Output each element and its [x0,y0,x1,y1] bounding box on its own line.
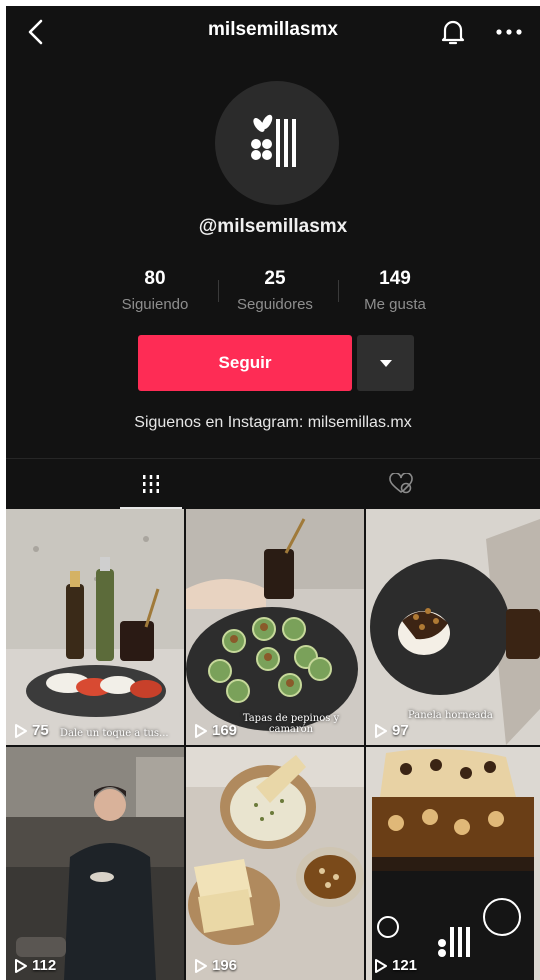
suggestions-dropdown-button[interactable] [357,335,414,391]
video-views-count: 75 [32,722,49,739]
caret-down-icon [379,359,392,367]
stat-likes-value: 149 [379,268,411,289]
video-thumbnail-image [186,509,364,745]
stat-divider [338,280,339,302]
video-views-count: 196 [212,957,238,974]
more-dots-icon[interactable] [492,15,526,49]
grid-icon [143,475,159,493]
follow-button[interactable]: Seguir [138,335,352,391]
video-caption: Tapas de pepinos y camarón [242,713,340,735]
video-views-count: 112 [32,957,57,974]
video-views-count: 169 [212,722,238,739]
video-caption: Dale un toque a tus... [60,728,169,739]
stat-likes-label: Me gusta [364,296,426,313]
video-thumbnail[interactable]: 112 [6,747,184,980]
video-thumbnail[interactable]: Panela horneada 97 [366,509,540,745]
play-icon [195,958,207,973]
profile-screen: milsemillasmx @milsemillasmx 80 Siguiend… [6,6,540,980]
stat-divider [218,280,219,302]
video-views-count: 97 [392,722,409,739]
video-thumbnail-image [6,509,184,745]
video-thumbnail[interactable]: Dale un toque a tus... 75 [6,509,184,745]
play-icon [375,958,387,973]
video-thumbnail-image [186,747,364,980]
avatar[interactable] [215,81,339,205]
play-icon [15,958,27,973]
bell-icon[interactable] [436,15,470,49]
video-thumbnail-image [6,747,184,980]
stat-following[interactable]: 80 Siguiendo [100,268,210,313]
video-views: 169 [194,722,237,739]
video-caption: Panela horneada [408,710,493,721]
video-views: 112 [14,957,56,974]
profile-tabs [6,458,540,509]
profile-handle: @milsemillasmx [198,216,348,237]
tab-liked[interactable] [370,459,432,509]
stat-followers-label: Seguidores [237,296,313,313]
video-views: 97 [374,722,409,739]
video-views: 196 [194,957,237,974]
video-views: 75 [14,722,49,739]
stat-followers-value: 25 [264,268,286,289]
profile-bio: Siguenos en Instagram: milsemillas.mx [134,414,412,431]
video-views: 121 [374,957,417,974]
stat-likes: 149 Me gusta [340,268,450,313]
video-thumbnail[interactable]: Tapas de pepinos y camarón 169 [186,509,364,745]
video-views-count: 121 [392,957,418,974]
stat-following-label: Siguiendo [121,296,189,313]
video-thumbnail[interactable]: 121 [366,747,540,980]
stat-followers[interactable]: 25 Seguidores [220,268,330,313]
stat-following-value: 80 [144,268,166,289]
liked-heart-icon [389,473,413,494]
video-thumbnail[interactable]: 196 [186,747,364,980]
play-icon [195,723,207,738]
play-icon [375,723,387,738]
video-grid: Dale un toque a tus... 75 Tapas de pepin… [6,509,540,980]
brand-logo-icon [251,114,296,167]
play-icon [15,723,27,738]
top-bar: milsemillasmx [6,6,540,54]
tab-videos[interactable] [120,459,182,509]
video-thumbnail-image [366,747,540,980]
